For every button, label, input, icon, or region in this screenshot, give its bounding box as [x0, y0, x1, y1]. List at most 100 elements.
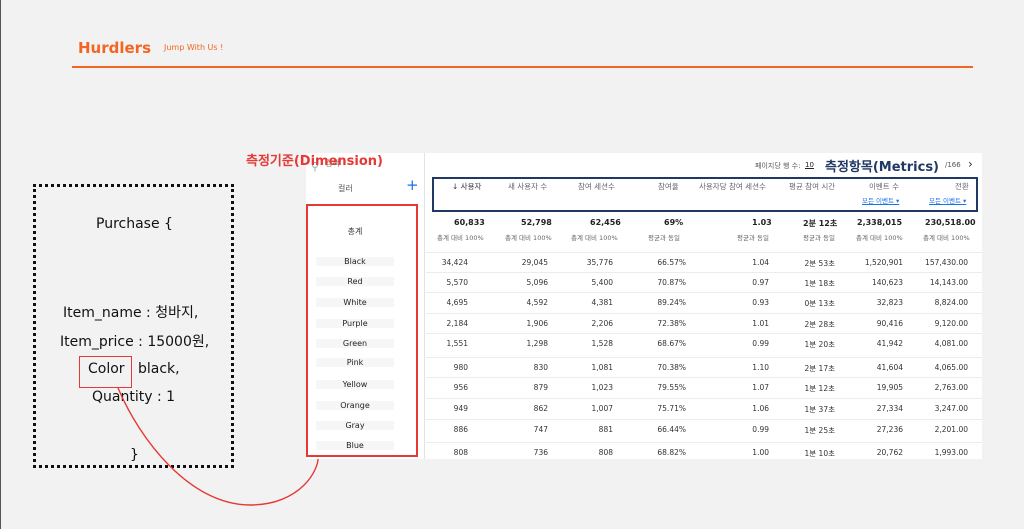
cell-event-count: 41,942 — [876, 339, 903, 348]
row-divider — [426, 252, 982, 253]
cell-new-users: 879 — [533, 383, 548, 392]
row-divider — [426, 292, 982, 293]
page-range: /166 — [945, 161, 961, 169]
cell-avg-engagement-time: 1분 18초 — [804, 279, 836, 288]
row-divider — [426, 333, 982, 334]
total-note-new-users: 총계 대비 100% — [505, 234, 552, 242]
cell-sessions-per-user: 1.07 — [752, 383, 769, 392]
cell-avg-engagement-time: 1분 10초 — [804, 449, 836, 458]
cell-users: 1,551 — [446, 339, 468, 348]
total-note-engaged-sessions: 총계 대비 100% — [571, 234, 618, 242]
total-engagement-rate: 69% — [664, 218, 684, 227]
cell-sessions-per-user: 0.93 — [752, 298, 769, 307]
row-divider — [426, 357, 982, 358]
slide-edge — [0, 0, 1, 529]
cell-engagement-rate: 70.87% — [657, 278, 686, 287]
cell-conversions: 9,120.00 — [934, 319, 968, 328]
total-note-engagement-rate: 평균과 동일 — [648, 234, 680, 242]
cell-engaged-sessions: 1,023 — [591, 383, 613, 392]
brand-slogan: Jump With Us ! — [164, 43, 224, 52]
total-users: 60,833 — [454, 218, 485, 227]
cell-engagement-rate: 66.44% — [657, 425, 686, 434]
metrics-highlight-box — [432, 177, 978, 212]
cell-engagement-rate: 89.24% — [657, 298, 686, 307]
total-note-sessions-per-user: 평균과 동일 — [737, 234, 769, 242]
cell-users: 980 — [453, 363, 468, 372]
cell-sessions-per-user: 1.04 — [752, 258, 769, 267]
add-dimension-icon[interactable]: + — [406, 178, 419, 193]
row-divider — [426, 442, 982, 443]
cell-new-users: 862 — [533, 404, 548, 413]
cell-sessions-per-user: 1.06 — [752, 404, 769, 413]
code-line-item-price: Item_price : 15000원, — [60, 334, 210, 350]
row-divider — [426, 398, 982, 399]
row-divider — [426, 272, 982, 273]
code-line-purchase: Purchase { — [96, 216, 173, 232]
cell-engaged-sessions: 808 — [598, 448, 613, 457]
cell-event-count: 20,762 — [876, 448, 903, 457]
cell-engagement-rate: 70.38% — [657, 363, 686, 372]
dimension-header[interactable]: 컬러 — [338, 183, 353, 194]
row-divider — [426, 419, 982, 420]
cell-engaged-sessions: 5,400 — [591, 278, 613, 287]
cell-event-count: 41,604 — [876, 363, 903, 372]
cell-sessions-per-user: 0.99 — [752, 339, 769, 348]
cell-engagement-rate: 68.67% — [657, 339, 686, 348]
code-line-close: } — [130, 447, 139, 463]
cell-avg-engagement-time: 1분 37초 — [804, 405, 836, 414]
total-conversions: 230,518.00 — [925, 218, 976, 227]
code-line-item-name: Item_name : 청바지, — [63, 305, 199, 321]
cell-new-users: 29,045 — [521, 258, 548, 267]
cell-new-users: 1,298 — [526, 339, 548, 348]
cell-conversions: 1,993.00 — [934, 448, 968, 457]
cell-event-count: 140,623 — [871, 278, 903, 287]
cell-users: 5,570 — [446, 278, 468, 287]
cell-sessions-per-user: 0.97 — [752, 278, 769, 287]
cell-new-users: 1,906 — [526, 319, 548, 328]
cell-engagement-rate: 66.57% — [657, 258, 686, 267]
cell-engaged-sessions: 4,381 — [591, 298, 613, 307]
cell-sessions-per-user: 1.01 — [752, 319, 769, 328]
cell-engagement-rate: 72.38% — [657, 319, 686, 328]
cell-avg-engagement-time: 1분 25초 — [804, 426, 836, 435]
total-sessions-per-user: 1.03 — [752, 218, 772, 227]
rows-per-page-select[interactable]: 10 — [805, 161, 814, 169]
total-new-users: 52,798 — [521, 218, 552, 227]
color-highlight-box — [79, 356, 132, 388]
cell-users: 2,184 — [446, 319, 468, 328]
cell-avg-engagement-time: 2분 53초 — [804, 259, 836, 268]
cell-users: 886 — [453, 425, 468, 434]
cell-users: 34,424 — [441, 258, 468, 267]
cell-users: 956 — [453, 383, 468, 392]
cell-users: 4,695 — [446, 298, 468, 307]
cell-new-users: 5,096 — [526, 278, 548, 287]
cell-conversions: 2,201.00 — [934, 425, 968, 434]
cell-users: 808 — [453, 448, 468, 457]
code-line-color-value: black, — [138, 361, 180, 377]
cell-event-count: 1,520,901 — [864, 258, 903, 267]
cell-event-count: 27,236 — [876, 425, 903, 434]
cell-new-users: 736 — [533, 448, 548, 457]
total-event-count: 2,338,015 — [857, 218, 903, 227]
header-divider — [72, 66, 973, 68]
cell-new-users: 747 — [533, 425, 548, 434]
cell-engaged-sessions: 1,081 — [591, 363, 613, 372]
dimension-annotation: 측정기준(Dimension) — [246, 154, 383, 169]
cell-conversions: 8,824.00 — [934, 298, 968, 307]
cell-engaged-sessions: 2,206 — [591, 319, 613, 328]
cell-users: 949 — [453, 404, 468, 413]
cell-event-count: 90,416 — [876, 319, 903, 328]
dimension-highlight-box — [306, 204, 418, 457]
cell-new-users: 4,592 — [526, 298, 548, 307]
cell-sessions-per-user: 0.99 — [752, 425, 769, 434]
metrics-annotation: 측정항목(Metrics) — [825, 160, 940, 175]
cell-engaged-sessions: 881 — [598, 425, 613, 434]
rows-per-page-label: 페이지당 행 수: — [755, 162, 801, 170]
cell-conversions: 14,143.00 — [929, 278, 968, 287]
cell-engagement-rate: 75.71% — [657, 404, 686, 413]
next-page-icon[interactable]: › — [968, 157, 973, 171]
total-note-conversions: 총계 대비 100% — [923, 234, 970, 242]
cell-sessions-per-user: 1.00 — [752, 448, 769, 457]
brand-logo: Hurdlers — [78, 39, 152, 57]
cell-sessions-per-user: 1.10 — [752, 363, 769, 372]
